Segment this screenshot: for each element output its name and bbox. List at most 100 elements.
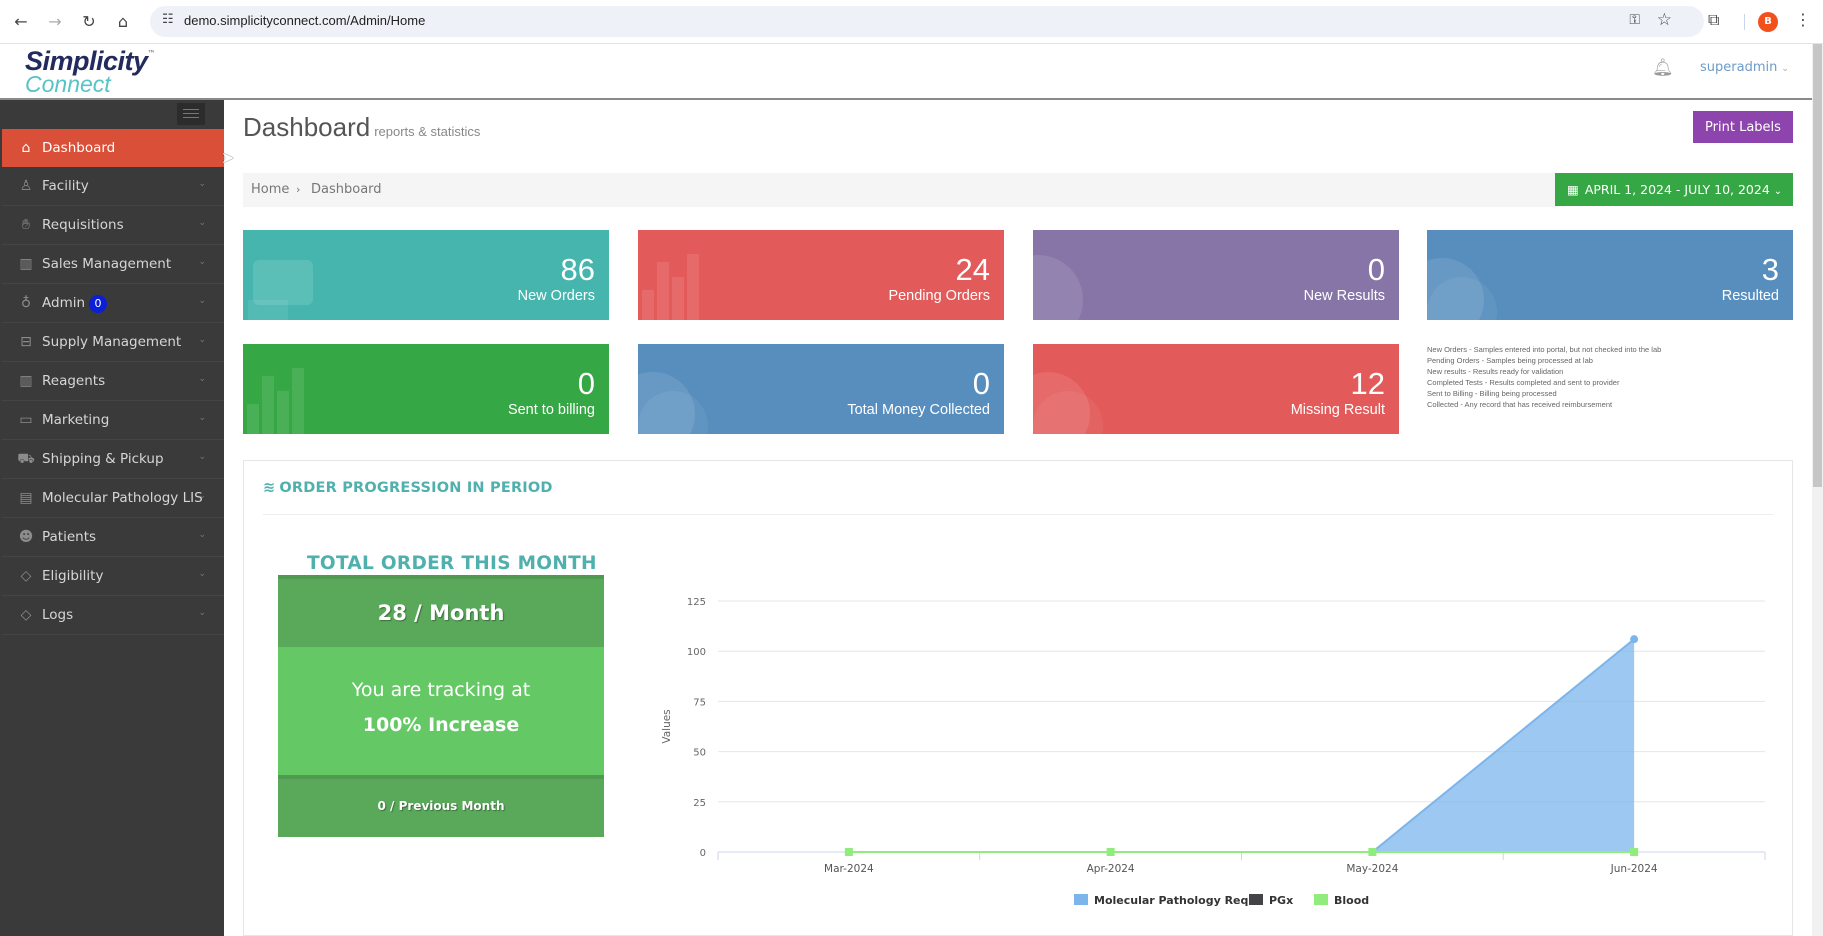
legend-label[interactable]: Molecular Pathology Req bbox=[1094, 894, 1248, 907]
browser-toolbar: ← → ↻ ⌂ ☷ demo.simplicityconnect.com/Adm… bbox=[0, 0, 1823, 44]
date-range-text: APRIL 1, 2024 - JULY 10, 2024 bbox=[1584, 182, 1770, 197]
hand-icon: ✋︎ bbox=[22, 217, 30, 233]
reload-icon[interactable]: ↻ bbox=[77, 10, 101, 34]
sidebar-item-logs[interactable]: ◇ Logs ⌄ bbox=[2, 596, 224, 635]
order-progression-panel: ≋ ORDER PROGRESSION IN PERIOD TOTAL ORDER… bbox=[243, 460, 1793, 936]
x-tick-label: May-2024 bbox=[1346, 863, 1398, 875]
truck-icon: ⛟ bbox=[17, 451, 35, 467]
app-header: Simplicity™ Connect 🔔︎ superadmin ⌄ bbox=[0, 44, 1812, 100]
sidebar-item-admin[interactable]: ♁ Admin 0 ⌄ bbox=[2, 284, 224, 323]
tile-decoration-icon bbox=[248, 260, 313, 320]
url-text[interactable]: demo.simplicityconnect.com/Admin/Home bbox=[184, 13, 425, 28]
sidebar-item-label: Facility bbox=[42, 178, 89, 194]
total-order-box: 28 / Month You are tracking at 100% Incr… bbox=[278, 575, 604, 837]
page-scrollbar[interactable] bbox=[1812, 44, 1823, 936]
notification-bell-icon[interactable]: 🔔︎ bbox=[1652, 58, 1674, 78]
home-icon[interactable]: ⌂ bbox=[111, 10, 135, 34]
chevron-down-icon: ⌄ bbox=[198, 218, 206, 228]
stat-tile-new-results[interactable]: 0 New Results bbox=[1033, 230, 1399, 320]
chevron-down-icon: ⌄ bbox=[198, 569, 206, 579]
chevron-down-icon: ⌄ bbox=[1773, 186, 1783, 197]
stat-tile-resulted[interactable]: 3 Resulted bbox=[1427, 230, 1793, 320]
sidebar-item-supply-management[interactable]: ⊟ Supply Management ⌄ bbox=[2, 323, 224, 362]
tile-decoration-icon bbox=[1033, 255, 1083, 320]
legend-swatch bbox=[1074, 894, 1088, 905]
stat-label: Resulted bbox=[1721, 288, 1779, 304]
orders-per-month: 28 / Month bbox=[278, 575, 604, 647]
scrollbar-thumb[interactable] bbox=[1813, 44, 1822, 487]
sidebar-item-reagents[interactable]: ▥ Reagents ⌄ bbox=[2, 362, 224, 401]
total-order-title: TOTAL ORDER THIS MONTH bbox=[307, 553, 597, 574]
definition-line: New results - Results ready for validati… bbox=[1427, 367, 1564, 376]
sidebar-item-patients[interactable]: ☻ Patients ⌄ bbox=[2, 518, 224, 557]
panel-title: ≋ ORDER PROGRESSION IN PERIOD bbox=[263, 480, 553, 496]
data-point bbox=[1630, 848, 1639, 856]
breadcrumb-home[interactable]: Home bbox=[251, 182, 289, 197]
sidebar-toggle-button[interactable] bbox=[177, 103, 205, 125]
sidebar-item-label: Patients bbox=[42, 529, 97, 545]
back-icon[interactable]: ← bbox=[9, 10, 33, 34]
lightbulb-icon: ♁ bbox=[20, 295, 32, 311]
forward-icon[interactable]: → bbox=[43, 10, 67, 34]
date-range-picker[interactable]: ▦ APRIL 1, 2024 - JULY 10, 2024 ⌄ bbox=[1555, 173, 1793, 206]
user-tie-icon: ♙ bbox=[19, 178, 33, 194]
x-tick-label: Mar-2024 bbox=[824, 863, 874, 875]
legend-label[interactable]: Blood bbox=[1334, 894, 1369, 907]
password-key-icon[interactable]: ⚿ bbox=[1629, 12, 1640, 28]
sidebar-item-label: Molecular Pathology LIS bbox=[42, 490, 203, 506]
stat-label: Total Money Collected bbox=[847, 402, 990, 418]
bookmark-star-icon[interactable]: ☆ bbox=[1657, 10, 1672, 30]
diamond-icon: ◇ bbox=[20, 607, 32, 623]
sidebar-item-dashboard[interactable]: ⌂ Dashboard bbox=[2, 129, 224, 167]
stat-tile-new-orders[interactable]: 86 New Orders bbox=[243, 230, 609, 320]
breadcrumb-current: Dashboard bbox=[311, 182, 382, 197]
site-settings-icon[interactable]: ☷ bbox=[162, 12, 174, 27]
page-title: Dashboard reports & statistics bbox=[243, 112, 480, 143]
username: superadmin bbox=[1700, 60, 1778, 75]
stat-tile-missing-result[interactable]: 12 Missing Result bbox=[1033, 344, 1399, 434]
sidebar-item-label: Eligibility bbox=[42, 568, 104, 584]
panel-divider bbox=[263, 514, 1773, 515]
sidebar-item-requisitions[interactable]: ✋︎ Requisitions ⌄ bbox=[2, 206, 224, 245]
users-icon: ☻ bbox=[18, 529, 34, 545]
chevron-down-icon: ⌄ bbox=[1781, 64, 1789, 74]
y-tick-label: 25 bbox=[693, 798, 706, 809]
legend-label[interactable]: PGx bbox=[1269, 894, 1293, 907]
page-title-text: Dashboard bbox=[243, 112, 371, 142]
sidebar-item-eligibility[interactable]: ◇ Eligibility ⌄ bbox=[2, 557, 224, 596]
sidebar-item-facility[interactable]: ♙ Facility ⌄ bbox=[2, 167, 224, 206]
chevron-down-icon: ⌄ bbox=[198, 491, 206, 501]
stat-tile-sent-to-billing[interactable]: 0 Sent to billing bbox=[243, 344, 609, 434]
extensions-icon[interactable]: ⧉ bbox=[1708, 10, 1719, 30]
browser-menu-icon[interactable]: ⋮ bbox=[1795, 10, 1811, 29]
profile-avatar[interactable]: B bbox=[1758, 12, 1778, 32]
y-tick-label: 100 bbox=[687, 647, 706, 658]
stat-value: 0 bbox=[577, 366, 595, 401]
stat-tile-total-money-collected[interactable]: 0 Total Money Collected bbox=[638, 344, 1004, 434]
sidebar: ⌂ Dashboard ♙ Facility ⌄ ✋︎ Requisitions … bbox=[0, 100, 224, 936]
address-bar[interactable]: ☷ demo.simplicityconnect.com/Admin/Home … bbox=[150, 6, 1704, 37]
stat-label: New Results bbox=[1303, 288, 1385, 304]
sidebar-item-sales-management[interactable]: ▥ Sales Management ⌄ bbox=[2, 245, 224, 284]
y-tick-label: 0 bbox=[700, 848, 706, 859]
stat-value: 0 bbox=[972, 366, 990, 401]
stat-tile-pending-orders[interactable]: 24 Pending Orders bbox=[638, 230, 1004, 320]
print-labels-button[interactable]: Print Labels bbox=[1693, 111, 1793, 143]
wallet-icon: ▭ bbox=[19, 412, 33, 428]
sidebar-menu: ⌂ Dashboard ♙ Facility ⌄ ✋︎ Requisitions … bbox=[2, 129, 224, 635]
sidebar-item-shipping-pickup[interactable]: ⛟ Shipping & Pickup ⌄ bbox=[2, 440, 224, 479]
sidebar-item-marketing[interactable]: ▭ Marketing ⌄ bbox=[2, 401, 224, 440]
legend-swatch bbox=[1314, 894, 1328, 905]
chevron-down-icon: ⌄ bbox=[198, 608, 206, 618]
bar-chart-icon: ▥ bbox=[19, 256, 33, 272]
logo-line2: Connect bbox=[25, 71, 111, 97]
chevron-down-icon: ⌄ bbox=[198, 413, 206, 423]
user-menu[interactable]: superadmin ⌄ bbox=[1700, 60, 1789, 75]
logo[interactable]: Simplicity™ Connect bbox=[25, 48, 156, 96]
tile-decoration-icon bbox=[1427, 258, 1497, 320]
chevron-down-icon: ⌄ bbox=[198, 179, 206, 189]
definition-line: New Orders - Samples entered into portal… bbox=[1427, 345, 1662, 354]
sidebar-item-label: Marketing bbox=[42, 412, 110, 428]
bar-chart-icon: ▥ bbox=[19, 373, 33, 389]
sidebar-item-molecular-pathology-lis[interactable]: ▤ Molecular Pathology LIS ⌄ bbox=[2, 479, 224, 518]
